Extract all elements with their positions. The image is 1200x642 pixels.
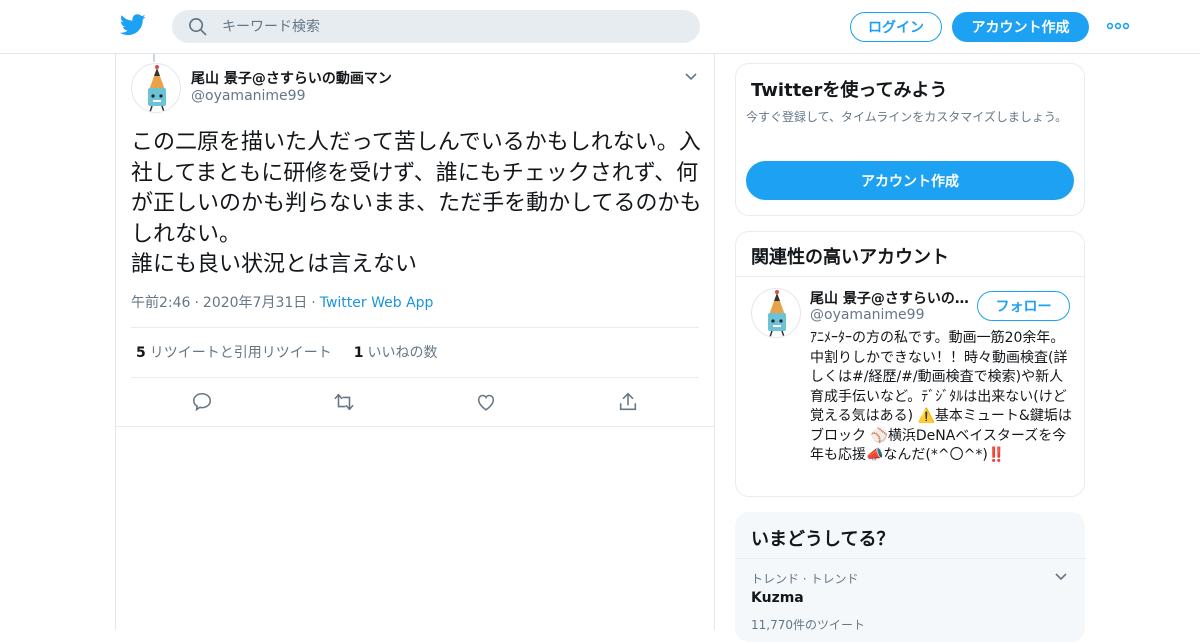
retweet-stat[interactable]: 5 リツイートと引用リツイート (136, 345, 332, 361)
thread-connector (153, 54, 155, 62)
tweet-stats: 5 リツイートと引用リツイート 1 いいねの数 (136, 342, 438, 362)
retweet-count: 5 (136, 345, 146, 361)
pencil-character-avatar-icon (768, 290, 786, 337)
more-options-icon[interactable] (1106, 18, 1130, 34)
search-input[interactable] (222, 10, 682, 43)
related-accounts-card: 関連性の高いアカウント 尾山 景子@さすらいの動画マン @oyamanime99… (735, 231, 1085, 497)
heart-icon[interactable] (475, 391, 497, 413)
divider (736, 558, 1086, 559)
like-count: 1 (353, 345, 364, 361)
chevron-down-icon[interactable] (1054, 571, 1068, 583)
divider (131, 377, 699, 378)
reply-icon[interactable] (191, 391, 213, 413)
top-nav-bar: ログイン アカウント作成 (0, 0, 1200, 54)
tweet-author-handle[interactable]: @oyamanime99 (191, 88, 305, 104)
search-box (172, 10, 700, 43)
pencil-character-avatar-icon (148, 65, 166, 112)
signup-card-description: 今すぐ登録して、タイムラインをカスタマイズしましょう。 (746, 110, 1068, 124)
trends-title: いまどうしてる？ (751, 529, 895, 550)
tweet-date[interactable]: 2020年7月31日 (203, 295, 307, 311)
tweet-time[interactable]: 午前2:46 (131, 295, 190, 311)
meta-separator: · (194, 295, 199, 311)
trend-name[interactable]: Kuzma (751, 590, 804, 606)
login-button[interactable]: ログイン (850, 12, 942, 42)
tweet-source-app[interactable]: Twitter Web App (320, 295, 434, 311)
meta-separator: · (311, 295, 316, 311)
chevron-down-icon[interactable] (683, 70, 699, 84)
avatar[interactable] (751, 288, 801, 338)
trend-tweet-count: 11,770件のツイート (751, 618, 865, 632)
trends-card: いまどうしてる？ トレンド · トレンド Kuzma 11,770件のツイート (735, 512, 1086, 642)
related-accounts-title: 関連性の高いアカウント (751, 247, 949, 268)
share-icon[interactable] (617, 391, 639, 413)
divider (736, 276, 1084, 277)
signup-card-title: Twitterを使ってみよう (751, 80, 948, 101)
search-icon (189, 18, 207, 36)
trend-meta: トレンド · トレンド (751, 572, 859, 586)
retweet-label: リツイートと引用リツイート (149, 345, 332, 361)
divider (131, 327, 699, 328)
signup-card-button[interactable]: アカウント作成 (746, 161, 1074, 200)
related-account-name[interactable]: 尾山 景子@さすらいの動画マン (810, 288, 970, 308)
tweet-meta: 午前2:46 · 2020年7月31日 · Twitter Web App (131, 292, 433, 312)
tweet-text: この二原を描いた人だって苦しんでいるかもしれない。入社してまともに研修を受けず、… (131, 130, 702, 277)
divider (116, 426, 714, 427)
signup-button[interactable]: アカウント作成 (952, 12, 1089, 42)
follow-button[interactable]: フォロー (977, 291, 1070, 321)
signup-card: Twitterを使ってみよう 今すぐ登録して、タイムラインをカスタマイズしましょ… (735, 63, 1085, 216)
avatar[interactable] (131, 63, 181, 113)
like-label: いいねの数 (367, 345, 438, 361)
twitter-bird-icon[interactable] (120, 14, 146, 36)
related-account-bio: ｱﾆﾒｰﾀｰの方の私です。動画一筋20余年。中割りしかできない！！時々動画検査(… (810, 330, 1072, 463)
like-stat[interactable]: 1 いいねの数 (354, 345, 438, 361)
tweet-author-name[interactable]: 尾山 景子@さすらいの動画マン (191, 68, 392, 88)
related-account-handle[interactable]: @oyamanime99 (810, 307, 924, 323)
retweet-icon[interactable] (333, 391, 355, 413)
